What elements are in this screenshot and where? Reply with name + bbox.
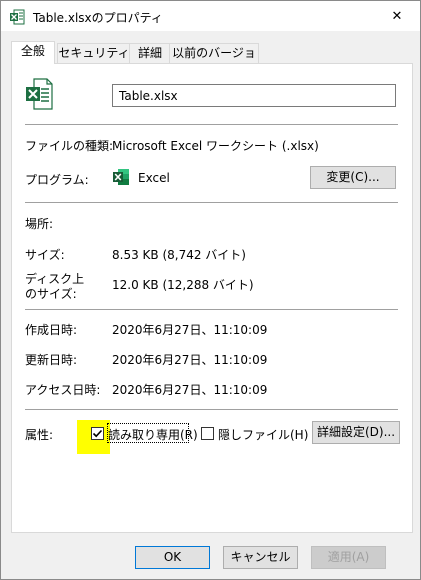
created-value: 2020年6月27日、11:10:09 <box>112 323 268 337</box>
modified-label: 更新日時: <box>25 353 78 367</box>
divider <box>25 409 398 410</box>
tab-previous-versions[interactable]: 以前のバージョン <box>169 43 259 78</box>
attributes-label: 属性: <box>25 428 54 442</box>
modified-value: 2020年6月27日、11:10:09 <box>112 353 268 367</box>
excel-file-icon <box>10 9 25 25</box>
ok-button[interactable]: OK <box>135 546 210 569</box>
close-button[interactable]: ✕ <box>374 1 420 31</box>
general-panel: Table.xlsx ファイルの種類: Microsoft Excel ワークシ… <box>11 63 413 533</box>
tab-security[interactable]: セキュリティ <box>57 43 131 63</box>
size-label: サイズ: <box>25 248 65 262</box>
readonly-checkbox[interactable] <box>91 427 104 440</box>
hidden-checkbox[interactable] <box>201 427 214 440</box>
change-program-button[interactable]: 変更(C)... <box>310 166 396 189</box>
size-value: 8.53 KB (8,742 バイト) <box>112 248 246 262</box>
program-value: Excel <box>138 171 170 185</box>
size-on-disk-value: 12.0 KB (12,288 バイト) <box>112 278 254 292</box>
size-on-disk-label-line2: のサイズ: <box>25 287 77 301</box>
divider <box>25 124 398 125</box>
cancel-button[interactable]: キャンセル <box>223 546 298 569</box>
properties-dialog: Table.xlsxのプロパティ ✕ 全般 セキュリティ 詳細 以前のバージョン… <box>0 0 421 580</box>
apply-button[interactable]: 適用(A) <box>311 546 386 569</box>
created-label: 作成日時: <box>25 323 78 337</box>
accessed-value: 2020年6月27日、11:10:09 <box>112 383 268 397</box>
divider <box>25 202 398 203</box>
file-type-value: Microsoft Excel ワークシート (.xlsx) <box>112 139 319 153</box>
advanced-button[interactable]: 詳細設定(D)... <box>312 421 400 444</box>
accessed-label: アクセス日時: <box>25 383 101 397</box>
title-bar: Table.xlsxのプロパティ ✕ <box>1 1 420 31</box>
location-label: 場所: <box>25 217 54 231</box>
excel-app-icon <box>113 169 129 185</box>
file-type-label: ファイルの種類: <box>25 139 114 153</box>
tab-details[interactable]: 詳細 <box>129 43 171 63</box>
filename-input[interactable]: Table.xlsx <box>112 84 396 107</box>
readonly-label[interactable]: 読み取り専用(R) <box>108 426 198 443</box>
hidden-label[interactable]: 隠しファイル(H) <box>218 426 308 443</box>
window-title: Table.xlsxのプロパティ <box>33 11 163 25</box>
excel-file-icon <box>26 78 53 110</box>
program-label: プログラム: <box>25 173 89 187</box>
close-icon: ✕ <box>391 8 403 24</box>
divider <box>25 309 398 310</box>
tab-general[interactable]: 全般 <box>11 41 55 64</box>
